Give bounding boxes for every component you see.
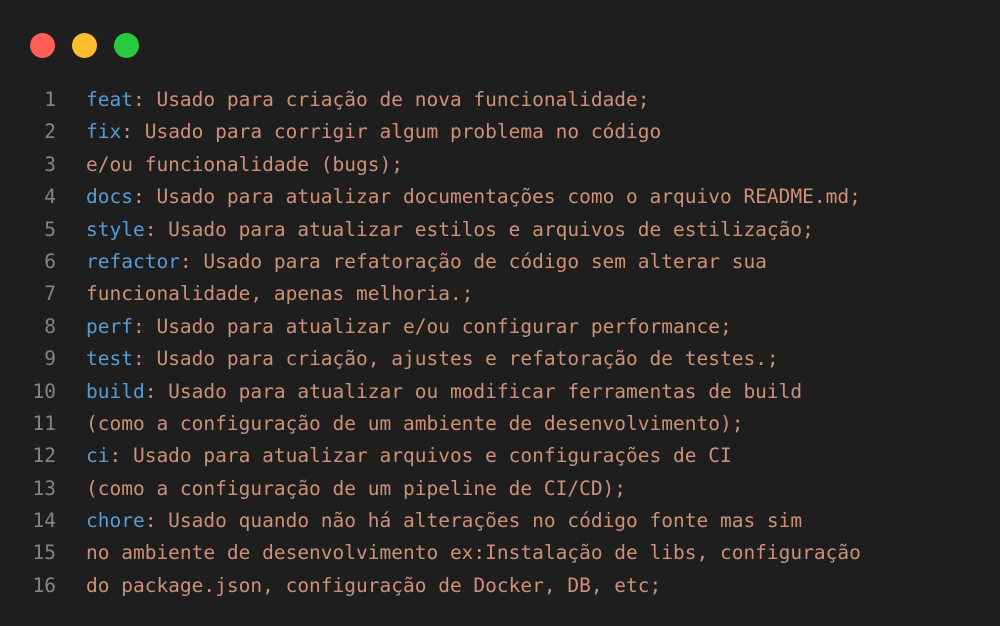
code-line: 9 test: Usado para criação, ajustes e ref… [0,343,1000,375]
line-text: e/ou funcionalidade (bugs); [86,152,403,176]
line-content: refactor: Usado para refatoração de códi… [86,246,767,278]
line-number: 3 [44,152,56,176]
line-text: : Usado para corrigir algum problema no … [121,120,662,144]
line-content: funcionalidade, apenas melhoria.; [86,278,473,310]
line-number: 6 [44,249,56,273]
line-number: 11 [32,411,56,435]
code-line: 11 (como a configuração de um ambiente de… [0,408,1000,440]
line-content: e/ou funcionalidade (bugs); [86,149,403,181]
minimize-window-button[interactable] [72,33,97,58]
line-content: (como a configuração de um pipeline de C… [86,473,626,505]
commit-type-keyword: refactor [86,249,180,273]
code-line: 6 refactor: Usado para refatoração de cód… [0,246,1000,278]
line-text: : Usado para atualizar e/ou configurar p… [132,314,732,338]
line-number: 2 [44,120,56,144]
code-line: 3 e/ou funcionalidade (bugs); [0,149,1000,181]
line-number: 13 [32,476,56,500]
line-content: build: Usado para atualizar ou modificar… [86,376,802,408]
commit-type-keyword: test [86,347,133,371]
code-line: 5 style: Usado para atualizar estilos e a… [0,214,1000,246]
code-block: 1 feat: Usado para criação de nova funcio… [0,84,1000,602]
maximize-window-button[interactable] [114,33,139,58]
line-number: 9 [44,347,56,371]
commit-type-keyword: fix [86,120,122,144]
line-content: perf: Usado para atualizar e/ou configur… [86,311,732,343]
line-text: : Usado quando não há alterações no códi… [144,509,803,533]
line-content: do package.json, configuração de Docker,… [86,570,661,602]
close-window-button[interactable] [30,33,55,58]
line-number: 5 [44,217,56,241]
line-content: chore: Usado quando não há alterações no… [86,505,802,537]
code-line: 14 chore: Usado quando não há alterações … [0,505,1000,537]
commit-type-keyword: feat [86,88,133,111]
code-line: 7 funcionalidade, apenas melhoria.; [0,278,1000,310]
commit-type-keyword: style [86,217,145,241]
line-text: no ambiente de desenvolvimento ex:Instal… [86,541,861,565]
code-line: 12 ci: Usado para atualizar arquivos e co… [0,440,1000,472]
code-line: 15 no ambiente de desenvolvimento ex:Inst… [0,537,1000,569]
line-number: 12 [32,444,56,468]
code-window: 1 feat: Usado para criação de nova funcio… [0,0,1000,626]
line-number: 8 [44,314,56,338]
line-number: 10 [32,379,56,403]
code-line: 13 (como a configuração de um pipeline de… [0,473,1000,505]
code-line: 10 build: Usado para atualizar ou modific… [0,376,1000,408]
code-line: 1 feat: Usado para criação de nova funcio… [0,84,1000,116]
line-text: funcionalidade, apenas melhoria.; [86,282,474,306]
window-controls [30,33,139,58]
line-text: (como a configuração de um pipeline de C… [86,476,627,500]
line-text: : Usado para refatoração de código sem a… [179,249,767,273]
line-number: 1 [44,88,56,111]
line-number: 16 [32,573,56,597]
line-content: ci: Usado para atualizar arquivos e conf… [86,440,732,472]
line-text: : Usado para atualizar arquivos e config… [109,444,732,468]
line-text: (como a configuração de um ambiente de d… [86,411,744,435]
line-number: 14 [32,509,56,533]
line-text: : Usado para atualizar ou modificar ferr… [144,379,803,403]
line-number: 4 [44,185,56,209]
line-content: style: Usado para atualizar estilos e ar… [86,214,814,246]
code-line: 8 perf: Usado para atualizar e/ou configu… [0,311,1000,343]
commit-type-keyword: perf [86,314,133,338]
code-line: 16 do package.json, configuração de Docke… [0,570,1000,602]
line-text: : Usado para atualizar documentações com… [132,185,861,209]
line-content: (como a configuração de um ambiente de d… [86,408,743,440]
line-content: test: Usado para criação, ajustes e refa… [86,343,779,375]
line-text: do package.json, configuração de Docker,… [86,573,662,597]
line-content: docs: Usado para atualizar documentações… [86,181,861,213]
line-content: no ambiente de desenvolvimento ex:Instal… [86,537,861,569]
commit-type-keyword: chore [86,509,145,533]
commit-type-keyword: docs [86,185,133,209]
line-content: feat: Usado para criação de nova funcion… [86,84,650,116]
commit-type-keyword: ci [86,444,110,468]
line-text: : Usado para criação de nova funcionalid… [132,88,650,111]
line-number: 7 [44,282,56,306]
line-number: 15 [32,541,56,565]
code-line: 4 docs: Usado para atualizar documentaçõe… [0,181,1000,213]
line-text: : Usado para criação, ajustes e refatora… [132,347,779,371]
line-content: fix: Usado para corrigir algum problema … [86,116,661,148]
line-text: : Usado para atualizar estilos e arquivo… [144,217,814,241]
commit-type-keyword: build [86,379,145,403]
code-line: 2 fix: Usado para corrigir algum problema… [0,116,1000,148]
